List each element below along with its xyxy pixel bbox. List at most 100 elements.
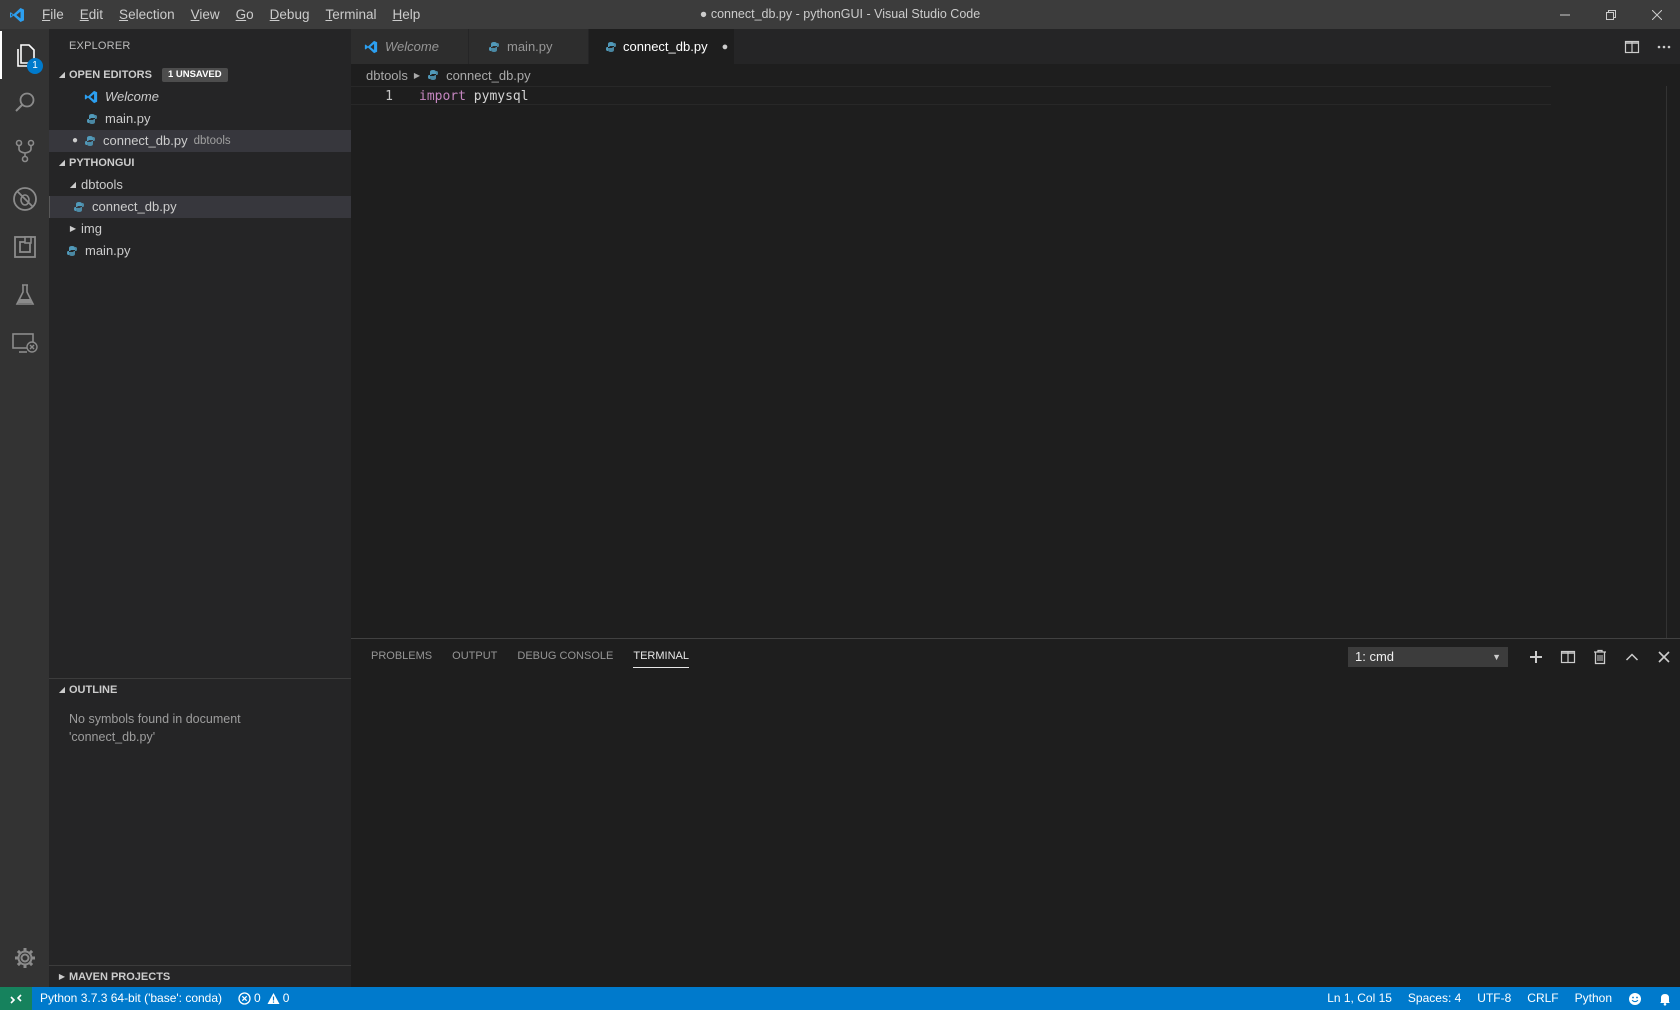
tree-file-main-py[interactable]: main.py bbox=[49, 240, 351, 262]
cursor-position[interactable]: Ln 1, Col 15 bbox=[1319, 987, 1400, 1010]
terminal-view[interactable] bbox=[371, 674, 1660, 987]
close-icon bbox=[1658, 650, 1670, 663]
feedback-button[interactable] bbox=[1620, 987, 1650, 1010]
code-token: pymysql bbox=[465, 89, 529, 104]
breadcrumb: dbtools ▶ connect_db.py bbox=[351, 64, 1680, 86]
chevron-right-icon: ▶ bbox=[413, 70, 421, 80]
chevron-right-icon: ▶ bbox=[69, 224, 77, 233]
chevron-up-icon bbox=[1625, 652, 1639, 661]
activity-search[interactable] bbox=[0, 79, 49, 127]
restore-icon bbox=[1606, 9, 1616, 20]
plus-icon bbox=[1530, 650, 1542, 663]
close-panel-button[interactable] bbox=[1648, 639, 1680, 674]
code-line: 1 import pymysql bbox=[351, 86, 1551, 105]
new-terminal-button[interactable] bbox=[1520, 639, 1552, 674]
vscode-file-icon bbox=[363, 39, 379, 55]
workspace-header[interactable]: ◢ PYTHONGUI bbox=[49, 152, 351, 174]
chevron-down-icon: ◢ bbox=[69, 180, 77, 189]
split-terminal-icon bbox=[1560, 650, 1576, 663]
panel-tab-debug-console[interactable]: DEBUG CONSOLE bbox=[517, 639, 613, 674]
open-editor-connect-db[interactable]: ● connect_db.py dbtools bbox=[49, 130, 351, 152]
language-mode[interactable]: Python bbox=[1567, 987, 1620, 1010]
python-file-icon bbox=[605, 40, 617, 54]
remote-indicator-button[interactable] bbox=[0, 987, 32, 1010]
split-editor-button[interactable] bbox=[1616, 29, 1648, 64]
activity-extensions[interactable] bbox=[0, 223, 49, 271]
tab-main-py[interactable]: main.py bbox=[469, 29, 589, 64]
breadcrumb-folder[interactable]: dbtools bbox=[366, 68, 408, 83]
chevron-down-icon: ◢ bbox=[58, 158, 66, 167]
split-terminal-button[interactable] bbox=[1552, 639, 1584, 674]
editor-actions bbox=[1616, 29, 1680, 64]
indentation[interactable]: Spaces: 4 bbox=[1400, 987, 1469, 1010]
tab-welcome[interactable]: Welcome bbox=[351, 29, 469, 64]
remote-explorer-icon bbox=[11, 333, 38, 353]
activity-remote-explorer[interactable] bbox=[0, 319, 49, 367]
tree-file-connect-db[interactable]: connect_db.py bbox=[49, 196, 351, 218]
menu-bar: File Edit Selection View Go Debug Termin… bbox=[34, 0, 428, 29]
ellipsis-icon bbox=[1657, 45, 1671, 48]
activity-source-control[interactable] bbox=[0, 127, 49, 175]
error-count: 0 bbox=[254, 991, 261, 1005]
panel-tab-problems[interactable]: PROBLEMS bbox=[371, 639, 432, 674]
minimize-button[interactable] bbox=[1542, 0, 1588, 29]
breadcrumb-file[interactable]: connect_db.py bbox=[446, 68, 531, 83]
tab-label: connect_db.py bbox=[623, 39, 708, 54]
tab-connect-db-py[interactable]: connect_db.py ● bbox=[589, 29, 735, 64]
menu-terminal[interactable]: Terminal bbox=[317, 0, 384, 29]
notifications-button[interactable] bbox=[1650, 987, 1680, 1010]
warning-count: 0 bbox=[282, 991, 290, 1005]
open-editor-main-py[interactable]: main.py bbox=[49, 108, 351, 130]
bell-icon bbox=[1660, 993, 1670, 1006]
trash-icon bbox=[1594, 649, 1606, 664]
code-editor[interactable]: 1 import pymysql bbox=[351, 86, 1680, 638]
menu-go[interactable]: Go bbox=[228, 0, 262, 29]
problems-indicator[interactable]: 0 0 bbox=[230, 987, 297, 1010]
activity-explorer[interactable]: 1 bbox=[0, 31, 49, 79]
python-file-icon bbox=[426, 68, 440, 82]
tab-label: main.py bbox=[507, 39, 553, 54]
dropdown-arrow-icon: ▼ bbox=[1492, 651, 1501, 662]
menu-debug[interactable]: Debug bbox=[262, 0, 318, 29]
open-editors-label: OPEN EDITORS bbox=[69, 69, 152, 81]
open-editor-welcome[interactable]: Welcome bbox=[49, 86, 351, 108]
more-actions-button[interactable] bbox=[1648, 29, 1680, 64]
menu-view[interactable]: View bbox=[183, 0, 228, 29]
unsaved-dot-icon: ● bbox=[71, 135, 79, 146]
split-editor-icon bbox=[1624, 40, 1640, 53]
activity-manage[interactable] bbox=[0, 934, 49, 982]
menu-edit[interactable]: Edit bbox=[72, 0, 111, 29]
python-file-icon bbox=[65, 244, 79, 258]
end-of-line[interactable]: CRLF bbox=[1519, 987, 1566, 1010]
outline-empty-message: No symbols found in document 'connect_db… bbox=[49, 700, 351, 756]
editor-scrollbar[interactable] bbox=[1666, 86, 1680, 638]
python-file-icon bbox=[83, 134, 97, 148]
restore-button[interactable] bbox=[1588, 0, 1634, 29]
close-window-button[interactable] bbox=[1634, 0, 1680, 29]
terminal-select[interactable]: 1: cmd ▼ bbox=[1348, 646, 1508, 667]
vscode-file-icon bbox=[83, 89, 99, 105]
open-editor-folder-desc: dbtools bbox=[193, 135, 231, 147]
menu-file[interactable]: File bbox=[34, 0, 72, 29]
chevron-right-icon: ▶ bbox=[58, 971, 66, 981]
keyword-token: import bbox=[419, 89, 466, 104]
maximize-panel-button[interactable] bbox=[1616, 639, 1648, 674]
panel-tab-terminal[interactable]: TERMINAL bbox=[633, 639, 689, 674]
warning-icon bbox=[267, 993, 280, 1004]
encoding[interactable]: UTF-8 bbox=[1469, 987, 1519, 1010]
unsaved-dot-icon[interactable]: ● bbox=[722, 41, 729, 53]
maven-header[interactable]: ▶ MAVEN PROJECTS bbox=[49, 965, 351, 987]
python-file-icon bbox=[487, 40, 501, 54]
menu-help[interactable]: Help bbox=[384, 0, 428, 29]
python-interpreter[interactable]: Python 3.7.3 64-bit ('base': conda) bbox=[32, 987, 230, 1010]
kill-terminal-button[interactable] bbox=[1584, 639, 1616, 674]
tree-folder-dbtools[interactable]: ◢ dbtools bbox=[49, 174, 351, 196]
tree-folder-img[interactable]: ▶ img bbox=[49, 218, 351, 240]
line-content: import pymysql bbox=[419, 87, 529, 106]
menu-selection[interactable]: Selection bbox=[111, 0, 183, 29]
activity-debug[interactable] bbox=[0, 175, 49, 223]
open-editors-header[interactable]: ◢ OPEN EDITORS 1 UNSAVED bbox=[49, 64, 351, 86]
outline-header[interactable]: ◢ OUTLINE bbox=[49, 678, 351, 700]
panel-tab-output[interactable]: OUTPUT bbox=[452, 639, 497, 674]
activity-test[interactable] bbox=[0, 271, 49, 319]
